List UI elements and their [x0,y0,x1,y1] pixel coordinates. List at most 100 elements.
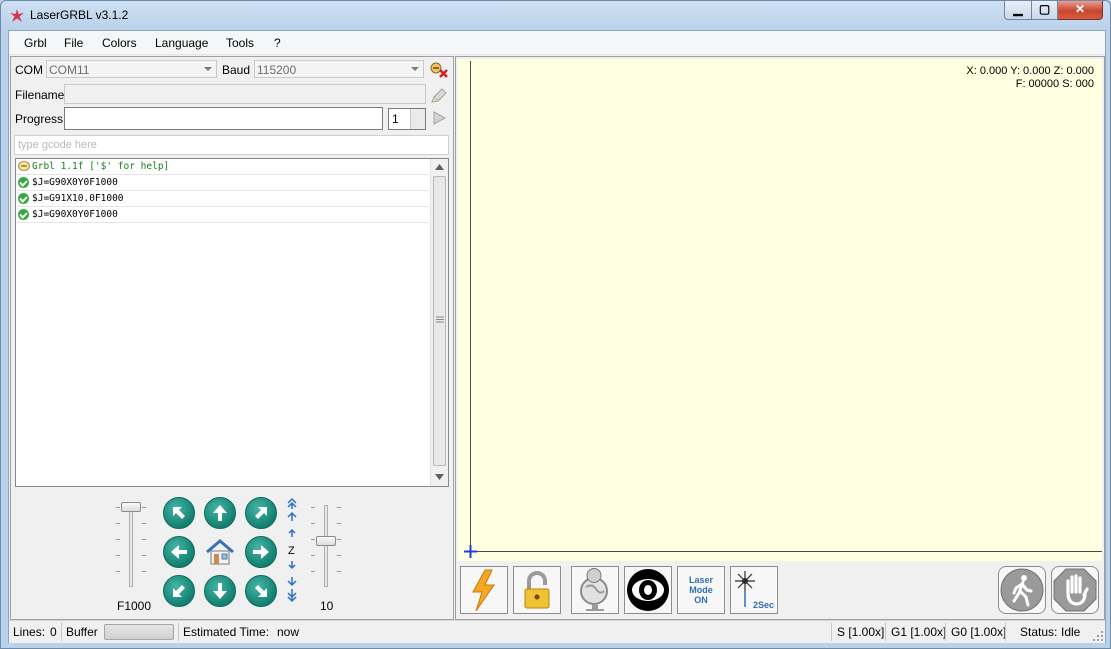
baud-label: Baud [222,63,250,77]
spindle-override[interactable]: S [1.00x] [837,625,884,639]
lines-value: 0 [50,625,57,639]
tick [116,507,120,508]
arrow-up-left-icon [169,503,189,523]
ok-icon [18,209,29,220]
speed-slider-track[interactable] [129,505,133,587]
jog-se-button[interactable] [245,575,277,607]
disconnect-icon[interactable] [429,61,449,79]
z-down-fast-icon[interactable] [287,575,297,605]
laser-logo-icon [9,8,25,24]
stop-button[interactable] [1051,566,1099,614]
com-port-value: COM11 [49,63,89,77]
separator [885,623,886,641]
progress-label: Progress [15,112,63,126]
menu-file[interactable]: File [64,36,83,50]
reset-button[interactable] [460,566,508,614]
tick [142,507,146,508]
jog-sw-button[interactable] [163,575,195,607]
laser-mode-line-2: Mode [678,585,724,595]
menu-tools[interactable]: Tools [226,36,254,50]
run-program-icon[interactable] [431,110,447,126]
go-to-position-button[interactable] [571,566,619,614]
arrow-down-right-icon [251,581,271,601]
frame-button[interactable] [624,566,672,614]
origin-cross-icon [463,544,478,559]
walk-button[interactable] [998,566,1046,614]
g1-override[interactable]: G1 [1.00x] [891,625,946,639]
scroll-thumb[interactable] [433,176,446,466]
focus-test-button[interactable]: 2Sec [730,566,778,614]
title-bar[interactable]: LaserGRBL v3.1.2 ▁ ▢ ✕ [1,1,1110,29]
tick [311,507,315,508]
tick [337,539,341,540]
minimize-button[interactable]: ▁ [1004,1,1032,20]
x-axis-line [470,551,1102,552]
arrow-left-icon [169,542,189,562]
unlock-button[interactable] [513,566,561,614]
tick [311,539,315,540]
speed-slider-thumb[interactable] [121,502,141,512]
step-slider-thumb[interactable] [316,536,336,546]
status-label: Status: [1020,625,1057,639]
home-icon [204,536,236,568]
jog-n-button[interactable] [204,497,236,529]
maximize-button[interactable]: ▢ [1032,1,1058,20]
open-file-icon[interactable] [431,85,449,103]
spin-up-icon[interactable] [410,109,425,119]
step-slider-track[interactable] [324,505,328,587]
baud-rate-value: 115200 [257,63,296,77]
tick [311,571,315,572]
arrow-down-icon [210,581,230,601]
window-title: LaserGRBL v3.1.2 [30,8,128,22]
arrow-up-icon [210,503,230,523]
tick [337,523,341,524]
gcode-command-input[interactable]: type gcode here [14,135,449,155]
close-button[interactable]: ✕ [1058,1,1103,20]
tick [142,523,146,524]
arrow-down-left-icon [169,581,189,601]
eye-spiral-icon [625,567,671,613]
z-up-icon[interactable] [287,528,297,538]
jog-e-button[interactable] [245,536,277,568]
copies-spinner[interactable]: 1 [388,108,426,130]
menu-grbl[interactable]: Grbl [24,36,47,50]
tick [311,523,315,524]
log-text: Grbl 1.1f ['$' for help] [32,159,169,174]
log-text: $J=G91X10.0F1000 [32,191,124,206]
log-text: $J=G90X0Y0F1000 [32,175,118,190]
jog-s-button[interactable] [204,575,236,607]
filename-label: Filename [15,88,64,102]
jog-panel: F1000 [11,493,453,619]
baud-rate-select[interactable]: 115200 [254,60,424,78]
jog-ne-button[interactable] [245,497,277,529]
jog-nw-button[interactable] [163,497,195,529]
resize-grip-icon[interactable] [1093,631,1103,641]
jog-w-button[interactable] [163,536,195,568]
z-down-icon[interactable] [287,560,297,570]
log-scrollbar[interactable] [430,159,448,486]
home-button[interactable] [204,536,236,568]
com-port-select[interactable]: COM11 [46,60,217,78]
speed-value: F1000 [117,599,151,613]
scroll-down-icon[interactable] [435,474,444,480]
g0-override[interactable]: G0 [1.00x] [951,625,1006,639]
estimated-time-label: Estimated Time: [183,625,269,639]
separator [945,623,946,641]
menu-bar: Grbl File Colors Language Tools ? [9,31,1105,55]
z-up-fast-icon[interactable] [287,497,297,525]
client-area: Grbl File Colors Language Tools ? COM CO… [8,30,1106,643]
feed-spindle: F: 00000 S: 000 [966,78,1094,91]
menu-colors[interactable]: Colors [102,36,137,50]
log-row: $J=G90X0Y0F1000 [16,175,429,191]
tick [116,571,120,572]
arrow-up-right-icon [251,503,271,523]
menu-help[interactable]: ? [274,36,281,50]
preview-canvas[interactable]: X: 0.000 Y: 0.000 Z: 0.000 F: 00000 S: 0… [458,59,1102,561]
chevron-down-icon [204,67,212,71]
copies-value: 1 [392,112,399,126]
menu-language[interactable]: Language [155,36,208,50]
spin-down-icon[interactable] [410,119,425,129]
scroll-up-icon[interactable] [435,164,444,170]
com-label: COM [15,63,43,77]
laser-mode-button[interactable]: Laser Mode ON [677,566,725,614]
